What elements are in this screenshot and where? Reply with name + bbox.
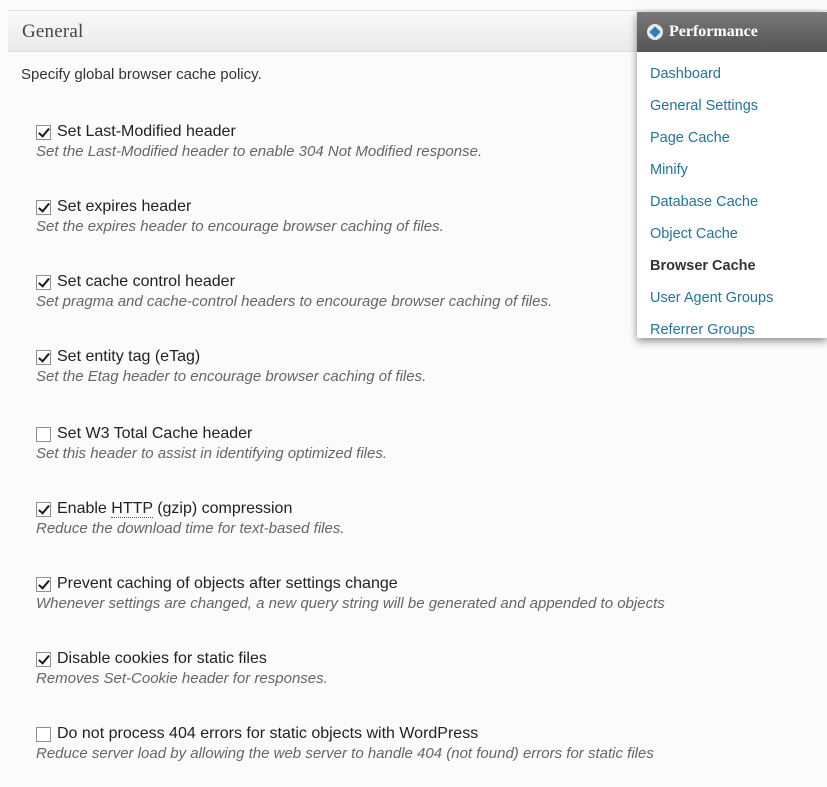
- w3tc-logo-icon: [647, 24, 663, 40]
- performance-menu: Performance Dashboard General Settings P…: [637, 12, 827, 338]
- option-label-text: Set W3 Total Cache header: [57, 425, 253, 442]
- option-label-text: Disable cookies for static files: [57, 650, 267, 667]
- performance-menu-items: Dashboard General Settings Page Cache Mi…: [637, 52, 827, 338]
- option-label[interactable]: Enable HTTP (gzip) compression: [36, 499, 827, 519]
- http-abbreviation: HTTP: [111, 500, 153, 518]
- option-label[interactable]: Set W3 Total Cache header: [36, 424, 827, 444]
- cache-control-checkbox[interactable]: [36, 274, 51, 290]
- menu-item-browser-cache[interactable]: Browser Cache: [650, 250, 827, 282]
- option-label[interactable]: Set entity tag (eTag): [36, 347, 827, 367]
- w3tc-header-checkbox[interactable]: [36, 426, 51, 442]
- option-label-text: Set Last-Modified header: [57, 123, 236, 140]
- option-disable-cookies: Disable cookies for static files Removes…: [36, 649, 827, 687]
- option-404-handling: Do not process 404 errors for static obj…: [36, 724, 827, 762]
- option-label-text: Do not process 404 errors for static obj…: [57, 725, 479, 742]
- label-suffix: (gzip) compression: [152, 500, 293, 517]
- expires-header-checkbox[interactable]: [36, 199, 51, 215]
- menu-item-referrer-groups[interactable]: Referrer Groups: [650, 314, 827, 338]
- menu-item-dashboard[interactable]: Dashboard: [650, 58, 827, 90]
- menu-item-general-settings[interactable]: General Settings: [650, 90, 827, 122]
- menu-item-user-agent-groups[interactable]: User Agent Groups: [650, 282, 827, 314]
- intro-text: Specify global browser cache policy.: [21, 66, 262, 83]
- menu-item-page-cache[interactable]: Page Cache: [650, 122, 827, 154]
- option-label[interactable]: Prevent caching of objects after setting…: [36, 574, 827, 594]
- menu-item-database-cache[interactable]: Database Cache: [650, 186, 827, 218]
- option-label-text: Set cache control header: [57, 273, 235, 290]
- performance-menu-title: Performance: [669, 23, 758, 40]
- option-w3tc-header: Set W3 Total Cache header Set this heade…: [36, 424, 827, 462]
- browser-cache-settings-page: General Specify global browser cache pol…: [0, 0, 827, 787]
- option-description: Reduce server load by allowing the web s…: [36, 745, 654, 762]
- menu-item-minify[interactable]: Minify: [650, 154, 827, 186]
- last-modified-checkbox[interactable]: [36, 124, 51, 140]
- option-prevent-caching: Prevent caching of objects after setting…: [36, 574, 827, 612]
- option-label-text: Set expires header: [57, 198, 192, 215]
- 404-handling-checkbox[interactable]: [36, 726, 51, 742]
- gzip-compression-checkbox[interactable]: [36, 501, 51, 517]
- performance-menu-header[interactable]: Performance: [637, 12, 827, 52]
- etag-checkbox[interactable]: [36, 349, 51, 365]
- option-description: Set this header to assist in identifying…: [36, 445, 388, 462]
- option-label-text: Prevent caching of objects after setting…: [57, 575, 398, 592]
- disable-cookies-checkbox[interactable]: [36, 651, 51, 667]
- option-label-text: Set entity tag (eTag): [57, 348, 201, 365]
- option-description: Removes Set-Cookie header for responses.: [36, 670, 328, 687]
- option-description: Set the Etag header to encourage browser…: [36, 368, 427, 385]
- label-prefix: Enable: [57, 500, 112, 517]
- option-etag: Set entity tag (eTag) Set the Etag heade…: [36, 347, 827, 385]
- prevent-caching-checkbox[interactable]: [36, 576, 51, 592]
- option-description: Reduce the download time for text-based …: [36, 520, 345, 537]
- panel-title: General: [22, 21, 84, 42]
- menu-item-object-cache[interactable]: Object Cache: [650, 218, 827, 250]
- option-gzip-compression: Enable HTTP (gzip) compression Reduce th…: [36, 499, 827, 537]
- option-description: Whenever settings are changed, a new que…: [36, 595, 665, 612]
- option-label-text: Enable HTTP (gzip) compression: [57, 500, 292, 518]
- option-label[interactable]: Do not process 404 errors for static obj…: [36, 724, 827, 744]
- option-label[interactable]: Disable cookies for static files: [36, 649, 827, 669]
